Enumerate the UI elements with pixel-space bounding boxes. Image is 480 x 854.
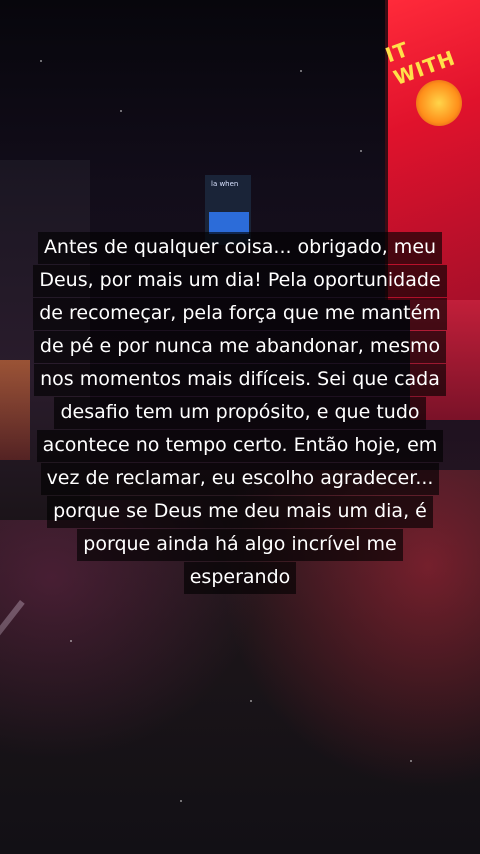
caption-line: vez de reclamar, eu escolho agradecer... xyxy=(40,463,440,495)
caption-overlay: Antes de qualquer coisa... obrigado, meu… xyxy=(0,232,480,595)
caption-line: porque ainda há algo incrível me xyxy=(77,529,403,561)
rain-drop xyxy=(70,640,72,642)
caption-line: de recomeçar, pela força que me mantém xyxy=(33,298,447,330)
caption-line: desafio tem um propósito, e que tudo xyxy=(54,397,426,429)
rain-drop xyxy=(180,800,182,802)
rain-drop xyxy=(120,110,122,112)
billboard-text: IT WITH xyxy=(382,36,459,90)
rain-drop xyxy=(300,70,302,72)
caption-line: Deus, por mais um dia! Pela oportunidade xyxy=(33,265,447,297)
caption-line: nos momentos mais difíceis. Sei que cada xyxy=(34,364,446,396)
background-photo: IT WITH la when Antes de qualquer coisa.… xyxy=(0,0,480,854)
billboard-logo xyxy=(416,80,462,126)
caption-line: porque se Deus me deu mais um dia, é xyxy=(47,496,433,528)
rain-drop xyxy=(410,760,412,762)
distant-tower-label: la when xyxy=(211,180,239,188)
rain-drop xyxy=(250,700,252,702)
rain-drop xyxy=(40,60,42,62)
caption-line: esperando xyxy=(183,562,297,594)
rain-drop xyxy=(360,150,362,152)
distant-tower-sign xyxy=(209,212,249,234)
caption-line: de pé e por nunca me abandonar, mesmo xyxy=(33,331,447,363)
caption-line: acontece no tempo certo. Então hoje, em xyxy=(36,430,444,462)
caption-line: Antes de qualquer coisa... obrigado, meu xyxy=(37,232,443,264)
